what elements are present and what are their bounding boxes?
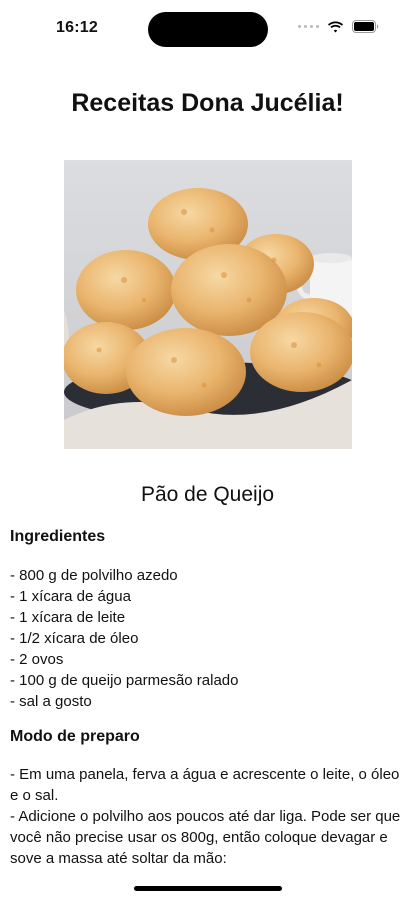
ingredient-item: - 800 g de polvilho azedo: [10, 567, 178, 584]
page-title: Receitas Dona Jucélia!: [71, 89, 344, 117]
status-bar: 16:12: [0, 0, 415, 58]
ingredient-item: - 1/2 xícara de óleo: [10, 630, 139, 647]
status-icons: [298, 20, 379, 33]
ingredient-item: - 2 ovos: [10, 651, 64, 668]
recipe-name: Pão de Queijo: [140, 483, 275, 506]
method-steps: - Em uma panela, ferva a água e acrescen…: [10, 764, 410, 869]
home-indicator[interactable]: [134, 886, 282, 891]
ingredient-item: - 1 xícara de água: [10, 588, 131, 605]
status-time: 16:12: [56, 19, 98, 36]
battery-icon: [352, 20, 379, 33]
method-step: - Em uma panela, ferva a água e acrescen…: [10, 766, 400, 804]
dynamic-island: [148, 12, 268, 47]
ingredient-item: - 100 g de queijo parmesão ralado: [10, 672, 239, 689]
ingredient-item: - sal a gosto: [10, 693, 92, 710]
method-step: - Adicione o polvilho aos poucos até dar…: [10, 808, 401, 867]
recipe-photo: [64, 160, 352, 449]
signal-dots-icon: [298, 25, 319, 28]
ingredients-list: - 800 g de polvilho azedo - 1 xícara de …: [10, 565, 410, 712]
method-heading: Modo de preparo: [10, 728, 140, 745]
ingredients-heading: Ingredientes: [10, 528, 106, 545]
ingredient-item: - 1 xícara de leite: [10, 609, 126, 626]
recipe-content: Ingredientes - 800 g de polvilho azedo -…: [10, 527, 410, 869]
wifi-icon: [328, 21, 343, 32]
